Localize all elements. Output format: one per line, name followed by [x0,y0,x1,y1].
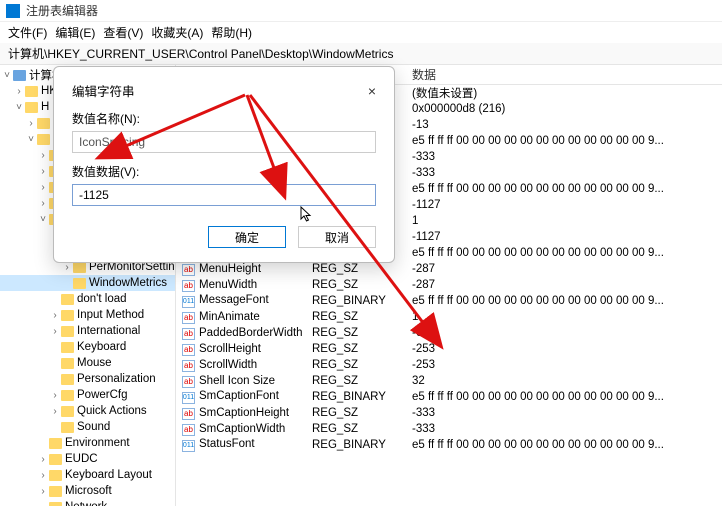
tree-sound[interactable]: Sound [0,419,175,435]
string-value-icon: ab [182,264,195,276]
folder-icon [49,454,62,465]
string-value-icon: ab [182,328,195,340]
folder-icon [73,278,86,289]
value-data-label: 数值数据(V): [72,163,376,180]
menu-view[interactable]: 查看(V) [103,24,143,41]
tree-windowmetrics[interactable]: WindowMetrics [0,275,175,291]
folder-icon [61,422,74,433]
tree-microsoft[interactable]: ›Microsoft [0,483,175,499]
binary-value-icon: 011 [182,296,195,308]
folder-icon [61,326,74,337]
list-row[interactable]: abMinAnimateREG_SZ1 [176,309,722,325]
value-name-label: 数值名称(N): [72,110,376,127]
value-name-field[interactable] [72,131,376,153]
list-row[interactable]: abSmCaptionWidthREG_SZ-333 [176,421,722,437]
tree-powercfg[interactable]: ›PowerCfg [0,387,175,403]
folder-icon [49,470,62,481]
list-row[interactable]: 011MessageFontREG_BINARYe5 ff ff ff 00 0… [176,293,722,309]
address-bar[interactable]: 计算机\HKEY_CURRENT_USER\Control Panel\Desk… [0,43,722,65]
list-row[interactable]: abScrollWidthREG_SZ-253 [176,357,722,373]
folder-icon [49,438,62,449]
tree-quickactions[interactable]: ›Quick Actions [0,403,175,419]
folder-icon [37,118,50,129]
folder-icon [49,486,62,497]
list-row[interactable]: 011StatusFontREG_BINARYe5 ff ff ff 00 00… [176,437,722,453]
address-path: 计算机\HKEY_CURRENT_USER\Control Panel\Desk… [8,47,393,61]
tree-dontload[interactable]: don't load [0,291,175,307]
dialog-title: 编辑字符串 [72,81,135,100]
folder-icon [25,102,38,113]
string-value-icon: ab [182,360,195,372]
folder-icon [37,134,50,145]
string-value-icon: ab [182,424,195,436]
folder-icon [61,390,74,401]
app-title: 注册表编辑器 [26,2,98,19]
list-row[interactable]: abSmCaptionHeightREG_SZ-333 [176,405,722,421]
folder-icon [61,342,74,353]
folder-icon [73,262,86,273]
folder-icon [61,294,74,305]
title-bar: 注册表编辑器 [0,0,722,22]
tree-inputmethod[interactable]: ›Input Method [0,307,175,323]
edit-string-dialog: 编辑字符串 × 数值名称(N): 数值数据(V): 确定 取消 [53,66,395,263]
list-row[interactable]: abMenuWidthREG_SZ-287 [176,277,722,293]
string-value-icon: ab [182,280,195,292]
folder-icon [61,358,74,369]
binary-value-icon: 011 [182,392,195,404]
string-value-icon: ab [182,312,195,324]
col-data[interactable]: 数据 [406,66,722,83]
ok-button[interactable]: 确定 [208,226,286,248]
list-row[interactable]: abPaddedBorderWidthREG_SZ-60 [176,325,722,341]
list-row[interactable]: abShell Icon SizeREG_SZ32 [176,373,722,389]
tree-personalization[interactable]: Personalization [0,371,175,387]
tree-eudc[interactable]: ›EUDC [0,451,175,467]
folder-icon [49,502,62,506]
menu-bar: 文件(F) 编辑(E) 查看(V) 收藏夹(A) 帮助(H) [0,22,722,43]
tree-mouse[interactable]: Mouse [0,355,175,371]
list-row[interactable]: abScrollHeightREG_SZ-253 [176,341,722,357]
close-icon[interactable]: × [368,83,376,99]
app-icon [6,4,20,18]
string-value-icon: ab [182,376,195,388]
folder-icon [61,406,74,417]
binary-value-icon: 011 [182,440,195,452]
menu-file[interactable]: 文件(F) [8,24,47,41]
tree-international[interactable]: ›International [0,323,175,339]
value-data-field[interactable] [72,184,376,206]
folder-icon [25,86,38,97]
list-row[interactable]: 011SmCaptionFontREG_BINARYe5 ff ff ff 00… [176,389,722,405]
menu-edit[interactable]: 编辑(E) [55,24,95,41]
tree-environment[interactable]: Environment [0,435,175,451]
menu-favorites[interactable]: 收藏夹(A) [151,24,203,41]
folder-icon [61,374,74,385]
list-row[interactable]: abMenuHeightREG_SZ-287 [176,261,722,277]
string-value-icon: ab [182,344,195,356]
tree-keyboard[interactable]: Keyboard [0,339,175,355]
cancel-button[interactable]: 取消 [298,226,376,248]
computer-icon [13,70,26,81]
tree-keyboardlayout[interactable]: ›Keyboard Layout [0,467,175,483]
folder-icon [61,310,74,321]
menu-help[interactable]: 帮助(H) [211,24,252,41]
string-value-icon: ab [182,408,195,420]
